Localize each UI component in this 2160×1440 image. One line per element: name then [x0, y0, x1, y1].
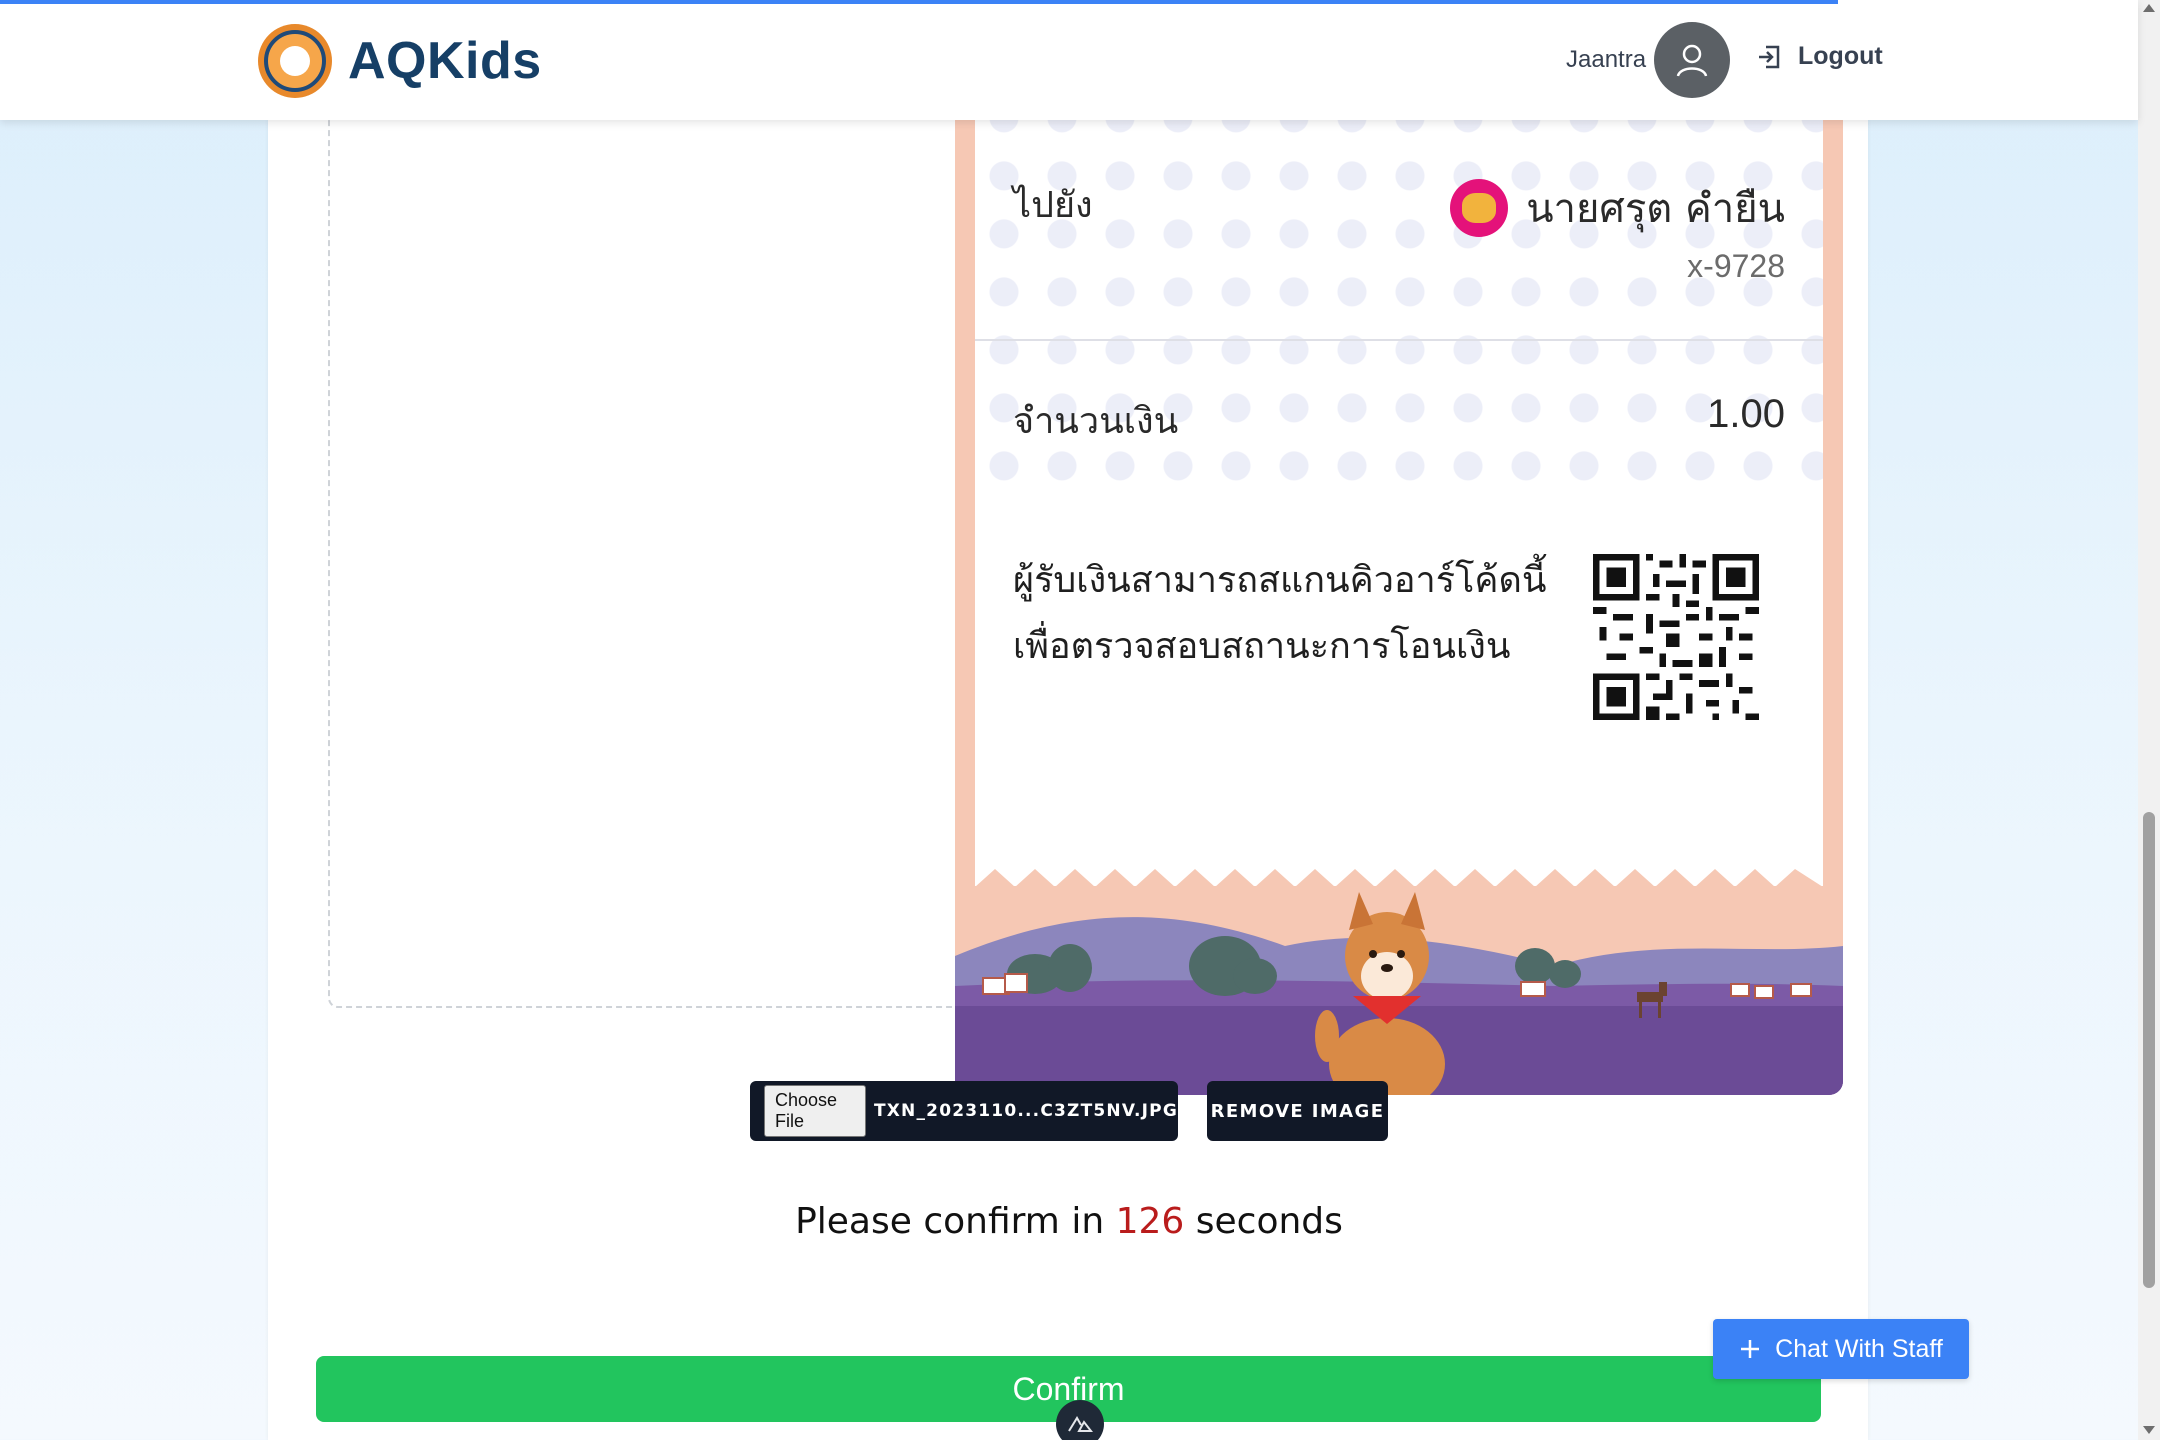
- selected-file-name: TXN_2023110...C3ZT5NV.JPG: [873, 1101, 1178, 1121]
- top-header: AQKids Jaantra Logout: [0, 0, 2138, 120]
- brand-logo[interactable]: AQKids: [258, 24, 542, 98]
- logout-icon: [1759, 45, 1780, 68]
- choose-file-button[interactable]: Choose File: [764, 1085, 866, 1137]
- brand-name: AQKids: [348, 32, 542, 90]
- qr-caption-line2: เพื่อตรวจสอบสถานะการโอนเงิน: [1013, 626, 1511, 667]
- account-number: x-9728: [1687, 248, 1785, 284]
- slip-zigzag-edge: [975, 861, 1823, 887]
- amount-label: จำนวนเงิน: [1013, 401, 1179, 442]
- logout-button[interactable]: Logout: [1756, 42, 1883, 71]
- upload-preview-area[interactable]: ไปยัง นายศรุต คำยืน x-9728 จำนวนเงิน 1.0…: [328, 86, 1843, 1095]
- scroll-down-icon[interactable]: [2143, 1426, 2155, 1434]
- user-name: Jaantra: [1566, 46, 1647, 73]
- scrollbar-thumb[interactable]: [2143, 812, 2155, 1288]
- qr-caption-line1: ผู้รับเงินสามารถสแกนคิวอาร์โค้ดนี้: [1013, 560, 1547, 601]
- scroll-up-icon[interactable]: [2143, 4, 2155, 12]
- aqkids-logo-icon: [258, 24, 332, 98]
- slip-divider: [975, 339, 1823, 341]
- gsb-bank-logo-icon: [1450, 179, 1509, 237]
- user-icon[interactable]: [1654, 22, 1731, 98]
- user-menu[interactable]: Jaantra: [1566, 22, 1731, 98]
- transfer-slip-image: ไปยัง นายศรุต คำยืน x-9728 จำนวนเงิน 1.0…: [955, 86, 1843, 1095]
- countdown-suffix: seconds: [1195, 1201, 1343, 1242]
- file-input[interactable]: Choose File TXN_2023110...C3ZT5NV.JPG: [750, 1081, 1178, 1141]
- lavender-field-illustration: [955, 886, 1843, 1095]
- page-scrollbar[interactable]: [2138, 0, 2160, 1440]
- chat-with-staff-button[interactable]: Chat With Staff: [1713, 1319, 1969, 1379]
- plus-icon: [1741, 1340, 1760, 1358]
- recipient: นายศรุต คำยืน: [1450, 176, 1785, 240]
- qr-caption: ผู้รับเงินสามารถสแกนคิวอาร์โค้ดนี้ เพื่อ…: [1013, 548, 1547, 680]
- logout-label: Logout: [1798, 42, 1883, 70]
- remove-image-button[interactable]: REMOVE IMAGE: [1207, 1081, 1388, 1141]
- devtools-toggle-icon[interactable]: [1056, 1400, 1104, 1440]
- chat-with-staff-label: Chat With Staff: [1775, 1334, 1943, 1363]
- confirm-countdown: Please confirm in 126 seconds: [0, 1201, 2138, 1242]
- amount-value: 1.00: [1707, 392, 1785, 436]
- to-label: ไปยัง: [1013, 185, 1093, 226]
- recipient-name: นายศรุต คำยืน: [1526, 186, 1785, 232]
- qr-code-icon: [1593, 554, 1759, 720]
- countdown-seconds: 126: [1115, 1201, 1185, 1242]
- loading-progress-bar: [0, 0, 1838, 4]
- countdown-prefix: Please confirm in: [795, 1201, 1105, 1242]
